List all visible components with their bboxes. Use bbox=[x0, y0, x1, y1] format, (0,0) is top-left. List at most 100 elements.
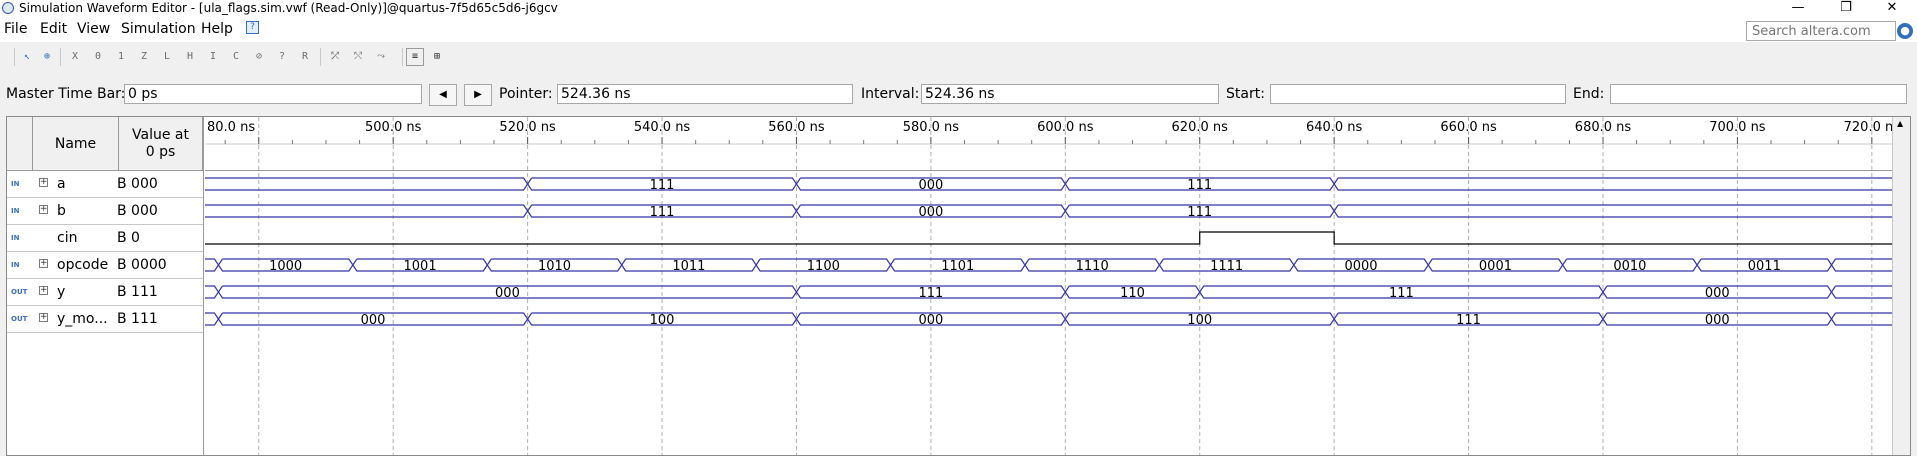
bit-waveform bbox=[205, 231, 1892, 245]
menu-file[interactable]: File bbox=[4, 21, 27, 37]
bus-value-label: 0000 bbox=[1344, 259, 1377, 274]
end-field[interactable] bbox=[1610, 84, 1907, 104]
bus-value-label: 1101 bbox=[941, 259, 974, 274]
expand-icon[interactable]: + bbox=[39, 313, 48, 322]
group-signals-icon[interactable]: ⤲ bbox=[349, 48, 367, 66]
bus-value-label: 1001 bbox=[404, 259, 437, 274]
vertical-scrollbar[interactable]: ▲ bbox=[1892, 117, 1910, 455]
forcing-high-icon[interactable]: 1 bbox=[112, 48, 130, 66]
bus-segment bbox=[1333, 204, 1892, 218]
expand-icon[interactable]: + bbox=[39, 286, 48, 295]
expand-icon[interactable]: + bbox=[39, 178, 48, 187]
time-tick-label: 640.0 ns bbox=[1306, 120, 1363, 135]
signal-row[interactable]: IN + opcode B 0000 bbox=[7, 252, 203, 279]
bus-value-label: 000 bbox=[1705, 313, 1730, 328]
selection-tool-icon[interactable]: ↖ bbox=[18, 48, 36, 66]
bus-value-label: 1011 bbox=[672, 259, 705, 274]
high-impedance-icon[interactable]: Z bbox=[135, 48, 153, 66]
help-search-icon[interactable]: ? bbox=[246, 21, 259, 34]
time-tick-label: 580.0 ns bbox=[903, 120, 960, 135]
toolbar: ↖ ⊕ X 0 1 Z L H I C ⊘ ? R ⤱ ⤲ ⤳ ≡ ⊞ bbox=[0, 44, 1917, 70]
invert-icon[interactable]: I bbox=[204, 48, 222, 66]
weak-high-icon[interactable]: H bbox=[181, 48, 199, 66]
bus-value-label: 000 bbox=[361, 313, 386, 328]
toolbar-separator bbox=[402, 48, 403, 66]
scroll-up-icon[interactable]: ▲ bbox=[1897, 119, 1903, 128]
signal-name: cin bbox=[57, 230, 78, 246]
time-bar: Master Time Bar: 0 ps ◀ ▶ Pointer: 524.3… bbox=[0, 82, 1917, 106]
bus-value-label: 000 bbox=[918, 178, 943, 193]
title-bar: Simulation Waveform Editor - [ula_flags.… bbox=[0, 0, 1917, 18]
random-value-icon[interactable]: R bbox=[296, 48, 314, 66]
waveform-view-icon[interactable]: ≡ bbox=[406, 48, 424, 66]
bus-value-label: 1010 bbox=[538, 259, 571, 274]
bus-value-label: 0001 bbox=[1479, 259, 1512, 274]
column-divider[interactable] bbox=[203, 117, 204, 455]
bus-segment bbox=[205, 204, 529, 218]
signal-row[interactable]: IN + a B 000 bbox=[7, 171, 203, 198]
bus-value-label: 111 bbox=[1389, 286, 1414, 301]
bus-segment bbox=[205, 312, 220, 326]
transition-view-icon[interactable]: ⊞ bbox=[428, 48, 446, 66]
bus-value-label: 100 bbox=[650, 313, 675, 328]
interval-label: Interval: bbox=[861, 86, 920, 102]
signal-value: B 111 bbox=[117, 311, 158, 327]
toolbar-separator bbox=[14, 48, 15, 66]
snap-to-grid-icon[interactable]: ⤱ bbox=[326, 48, 344, 66]
signal-row[interactable]: IN + b B 000 bbox=[7, 198, 203, 225]
menu-view[interactable]: View bbox=[77, 21, 110, 37]
interval-field: 524.36 ns bbox=[921, 84, 1219, 104]
expand-icon[interactable]: + bbox=[39, 205, 48, 214]
input-bus-icon: IN bbox=[11, 180, 20, 188]
bus-value-label: 000 bbox=[918, 205, 943, 220]
clock-icon[interactable]: ⊘ bbox=[250, 48, 268, 66]
bus-segment bbox=[1830, 258, 1892, 272]
menu-edit[interactable]: Edit bbox=[40, 21, 67, 37]
window-title: Simulation Waveform Editor - [ula_flags.… bbox=[19, 1, 558, 15]
signal-name: opcode bbox=[57, 257, 109, 273]
menu-simulation[interactable]: Simulation bbox=[121, 21, 196, 37]
bus-value-label: 111 bbox=[650, 205, 675, 220]
bus-value-label: 1100 bbox=[807, 259, 840, 274]
value-column-header[interactable]: Value at 0 ps bbox=[119, 117, 203, 171]
value-header-line1: Value at bbox=[132, 127, 189, 143]
signal-name: a bbox=[57, 176, 66, 192]
expand-icon[interactable]: + bbox=[39, 259, 48, 268]
close-button[interactable]: ✕ bbox=[1872, 0, 1912, 18]
zoom-tool-icon[interactable]: ⊕ bbox=[38, 48, 56, 66]
bus-value-label: 000 bbox=[918, 313, 943, 328]
toolbar-separator bbox=[60, 48, 61, 66]
bus-segment bbox=[1333, 177, 1892, 191]
count-value-icon[interactable]: C bbox=[227, 48, 245, 66]
search-input[interactable] bbox=[1746, 21, 1896, 41]
signal-row[interactable]: IN cin B 0 bbox=[7, 225, 203, 252]
waveform-canvas[interactable]: 80.0 ns 500.0 ns 520.0 ns 540.0 ns 560.0 ns 5… bbox=[205, 117, 1892, 455]
next-transition-button[interactable]: ▶ bbox=[464, 84, 492, 106]
bus-value-label: 1111 bbox=[1210, 259, 1243, 274]
time-tick-label: 500.0 ns bbox=[365, 120, 422, 135]
weak-low-icon[interactable]: L bbox=[158, 48, 176, 66]
forcing-low-icon[interactable]: 0 bbox=[89, 48, 107, 66]
header-icon-column bbox=[7, 117, 33, 171]
minimize-button[interactable]: — bbox=[1778, 0, 1818, 18]
signal-value: B 0000 bbox=[117, 257, 167, 273]
master-time-bar-field[interactable]: 0 ps bbox=[124, 84, 422, 104]
bus-value-label: 110 bbox=[1120, 286, 1145, 301]
bus-value-label: 100 bbox=[1187, 313, 1212, 328]
app-icon bbox=[2, 2, 14, 14]
bus-value-label: 111 bbox=[918, 286, 943, 301]
restore-button[interactable]: ❐ bbox=[1826, 0, 1866, 18]
name-column-header[interactable]: Name bbox=[33, 117, 119, 171]
previous-transition-button[interactable]: ◀ bbox=[429, 84, 457, 106]
start-field[interactable] bbox=[1270, 84, 1566, 104]
ungroup-signals-icon[interactable]: ⤳ bbox=[372, 48, 390, 66]
arbitrary-value-icon[interactable]: ? bbox=[273, 48, 291, 66]
menu-help[interactable]: Help bbox=[201, 21, 233, 37]
value-header-line2: 0 ps bbox=[145, 144, 176, 160]
globe-icon[interactable]: ● bbox=[1897, 23, 1913, 39]
bus-value-label: 111 bbox=[1456, 313, 1481, 328]
forcing-unknown-icon[interactable]: X bbox=[66, 48, 84, 66]
signal-row[interactable]: OUT + y_mo... B 111 bbox=[7, 306, 203, 333]
bus-value-label: 111 bbox=[1187, 205, 1212, 220]
signal-row[interactable]: OUT + y B 111 bbox=[7, 279, 203, 306]
